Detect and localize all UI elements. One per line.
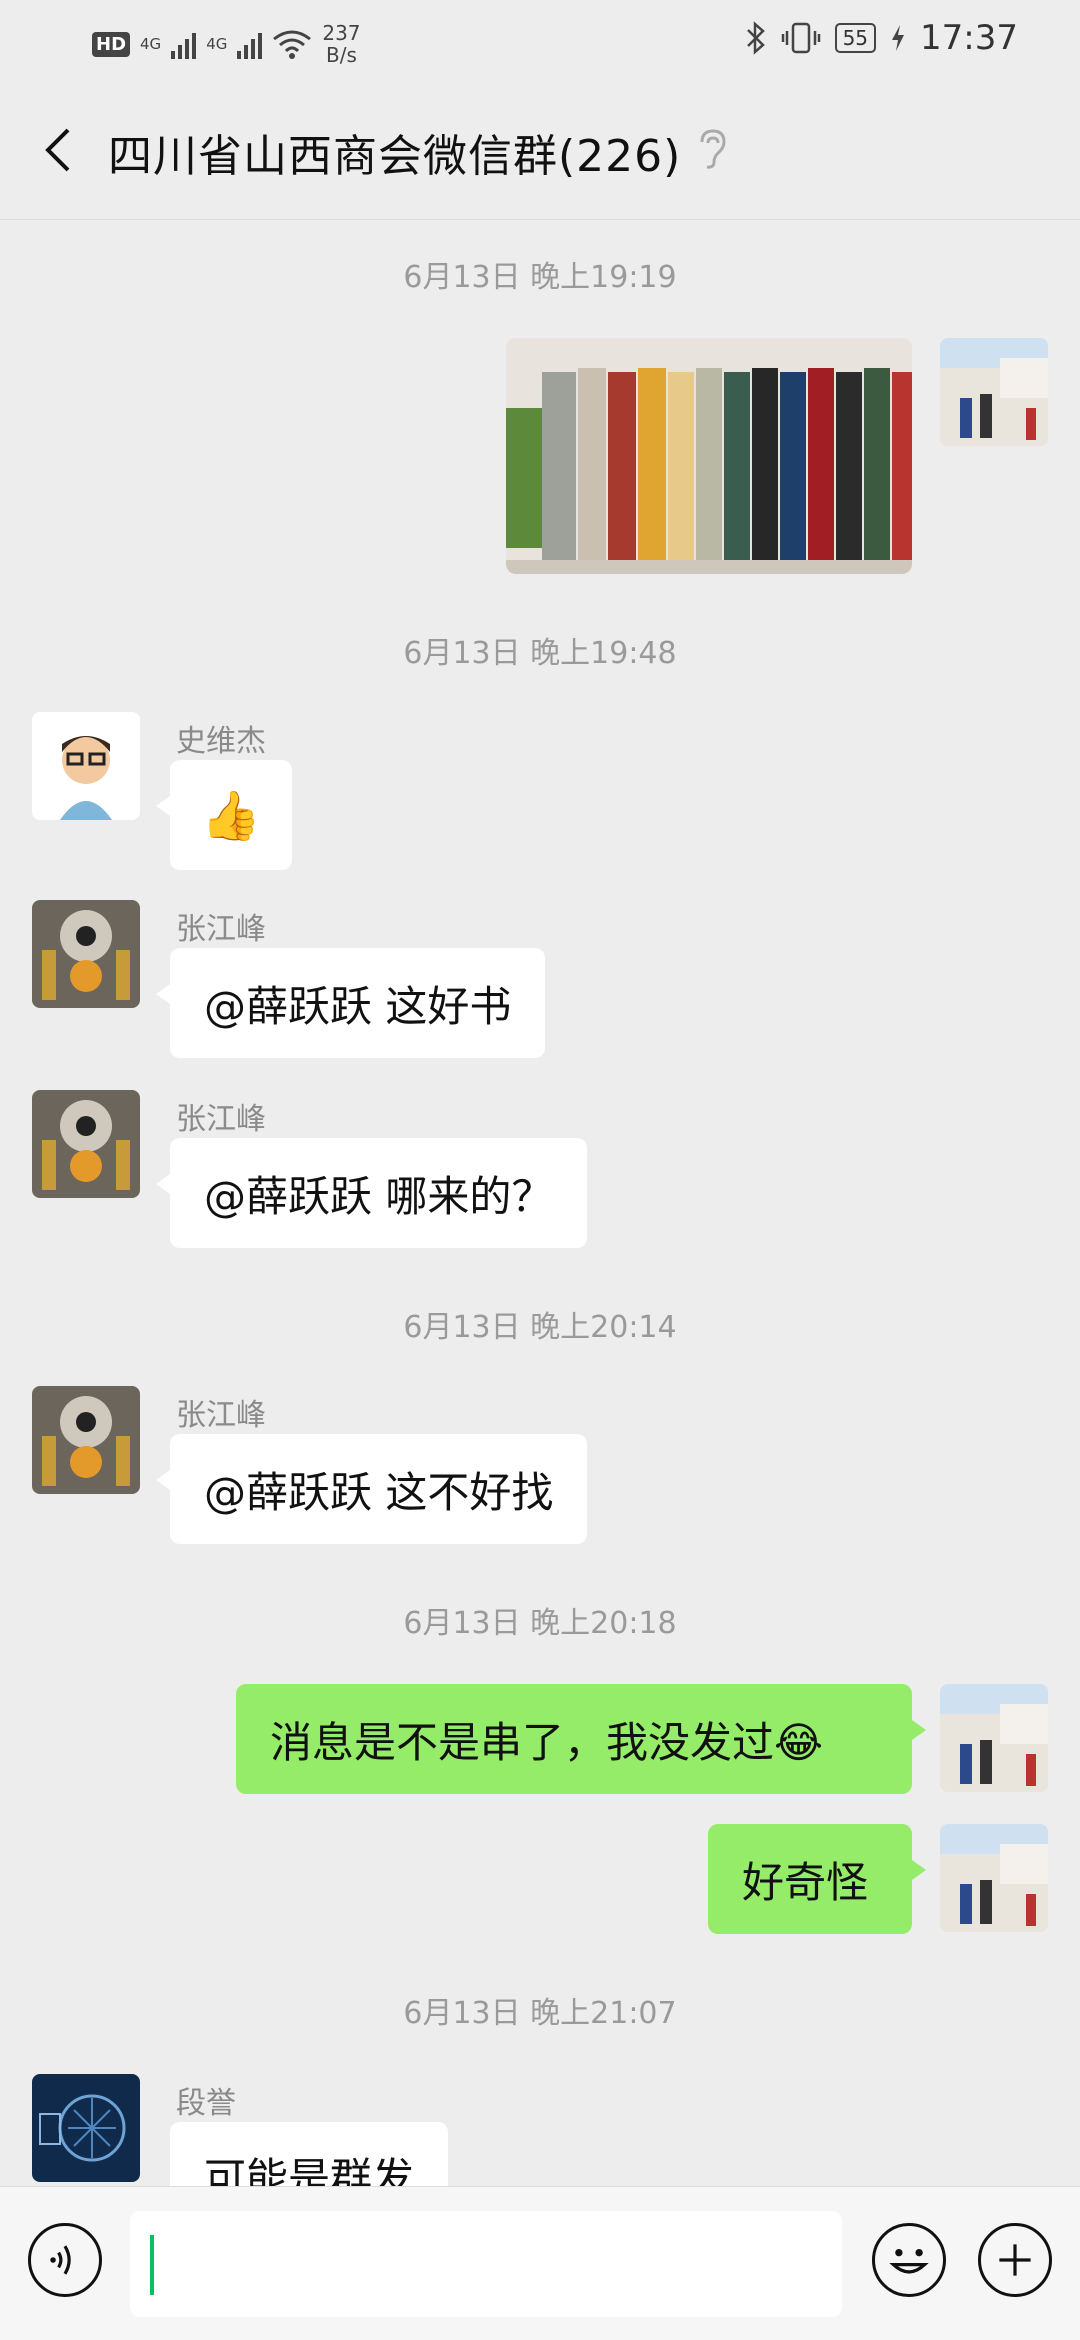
timestamp: 6月13日 晚上19:48 bbox=[403, 636, 677, 671]
avatar-image bbox=[32, 900, 140, 1008]
network-type-2: 4G bbox=[206, 35, 228, 53]
sender-name: 张江峰 bbox=[176, 912, 266, 947]
text-cursor bbox=[150, 2235, 154, 2295]
wifi-icon bbox=[273, 30, 312, 59]
voice-icon[interactable] bbox=[28, 2223, 102, 2297]
avatar-image bbox=[32, 1386, 140, 1494]
back-arrow-icon[interactable] bbox=[32, 122, 88, 178]
sender-avatar[interactable] bbox=[32, 2074, 140, 2182]
timestamp: 6月13日 晚上20:18 bbox=[403, 1606, 677, 1641]
message-bubble[interactable]: @薛跃跃 这不好找 bbox=[155, 1434, 588, 1544]
sender-name: 张江峰 bbox=[176, 1398, 266, 1433]
message-input[interactable] bbox=[130, 2211, 842, 2317]
avatar-image bbox=[32, 1090, 140, 1198]
chat-header: 四川省山西商会微信群(226) bbox=[0, 80, 1080, 220]
timestamp: 6月13日 晚上20:14 bbox=[403, 1310, 677, 1345]
my-message-bubble[interactable]: 消息是不是串了，我没发过😂 bbox=[236, 1684, 926, 1794]
hd-badge: HD bbox=[92, 31, 131, 57]
status-right: 55 17:37 bbox=[745, 18, 1018, 58]
bluetooth-icon bbox=[746, 21, 765, 55]
message-text: 可能是群发 bbox=[204, 2154, 415, 2186]
ear-icon bbox=[700, 129, 726, 169]
my-avatar[interactable] bbox=[940, 1684, 1048, 1792]
battery-icon: 55 bbox=[834, 23, 877, 53]
sender-name: 段誉 bbox=[176, 2086, 236, 2121]
books-image bbox=[506, 338, 912, 574]
timestamp: 6月13日 晚上21:07 bbox=[403, 1996, 677, 2031]
sender-name: 张江峰 bbox=[176, 1102, 266, 1137]
avatar-image bbox=[32, 712, 140, 820]
image-message[interactable] bbox=[506, 338, 912, 574]
message-bubble[interactable]: 可能是群发 bbox=[170, 2122, 449, 2186]
avatar-image bbox=[940, 338, 1048, 446]
net-speed-unit: B/s bbox=[326, 43, 357, 67]
sender-name: 史维杰 bbox=[176, 724, 266, 759]
clock: 17:37 bbox=[920, 18, 1018, 58]
plus-icon[interactable] bbox=[978, 2223, 1052, 2297]
network-type-1: 4G bbox=[140, 35, 162, 53]
message-bubble[interactable]: @薛跃跃 这好书 bbox=[155, 948, 546, 1058]
sender-avatar[interactable] bbox=[32, 1090, 140, 1198]
my-message-bubble[interactable]: 好奇怪 bbox=[708, 1824, 926, 1934]
net-speed: 237 B/s bbox=[322, 22, 360, 66]
my-avatar[interactable] bbox=[940, 338, 1048, 446]
avatar-image bbox=[32, 2074, 140, 2182]
signal-icon bbox=[171, 29, 197, 59]
message-bubble[interactable]: @薛跃跃 哪来的？ bbox=[155, 1138, 588, 1248]
thumbs-up-icon: 👍 bbox=[201, 787, 261, 844]
sender-avatar[interactable] bbox=[32, 900, 140, 1008]
avatar-image bbox=[940, 1684, 1048, 1792]
my-avatar[interactable] bbox=[940, 1824, 1048, 1932]
emoji-icon[interactable] bbox=[872, 2223, 946, 2297]
status-left: HD 4G 4G 237 B/s bbox=[92, 22, 361, 66]
net-speed-value: 237 bbox=[322, 21, 361, 45]
status-bar: HD 4G 4G 237 B/s 55 17:37 bbox=[0, 0, 1080, 80]
sender-avatar[interactable] bbox=[32, 712, 140, 820]
charging-icon bbox=[892, 25, 905, 51]
vibrate-icon bbox=[781, 22, 820, 54]
sender-avatar[interactable] bbox=[32, 1386, 140, 1494]
input-bar bbox=[0, 2186, 1080, 2340]
timestamp: 6月13日 晚上19:19 bbox=[403, 260, 677, 295]
message-bubble[interactable]: 👍 bbox=[156, 760, 292, 870]
chat-title[interactable]: 四川省山西商会微信群(226) bbox=[108, 120, 681, 184]
signal-icon-2 bbox=[237, 29, 263, 59]
avatar-image bbox=[940, 1824, 1048, 1932]
